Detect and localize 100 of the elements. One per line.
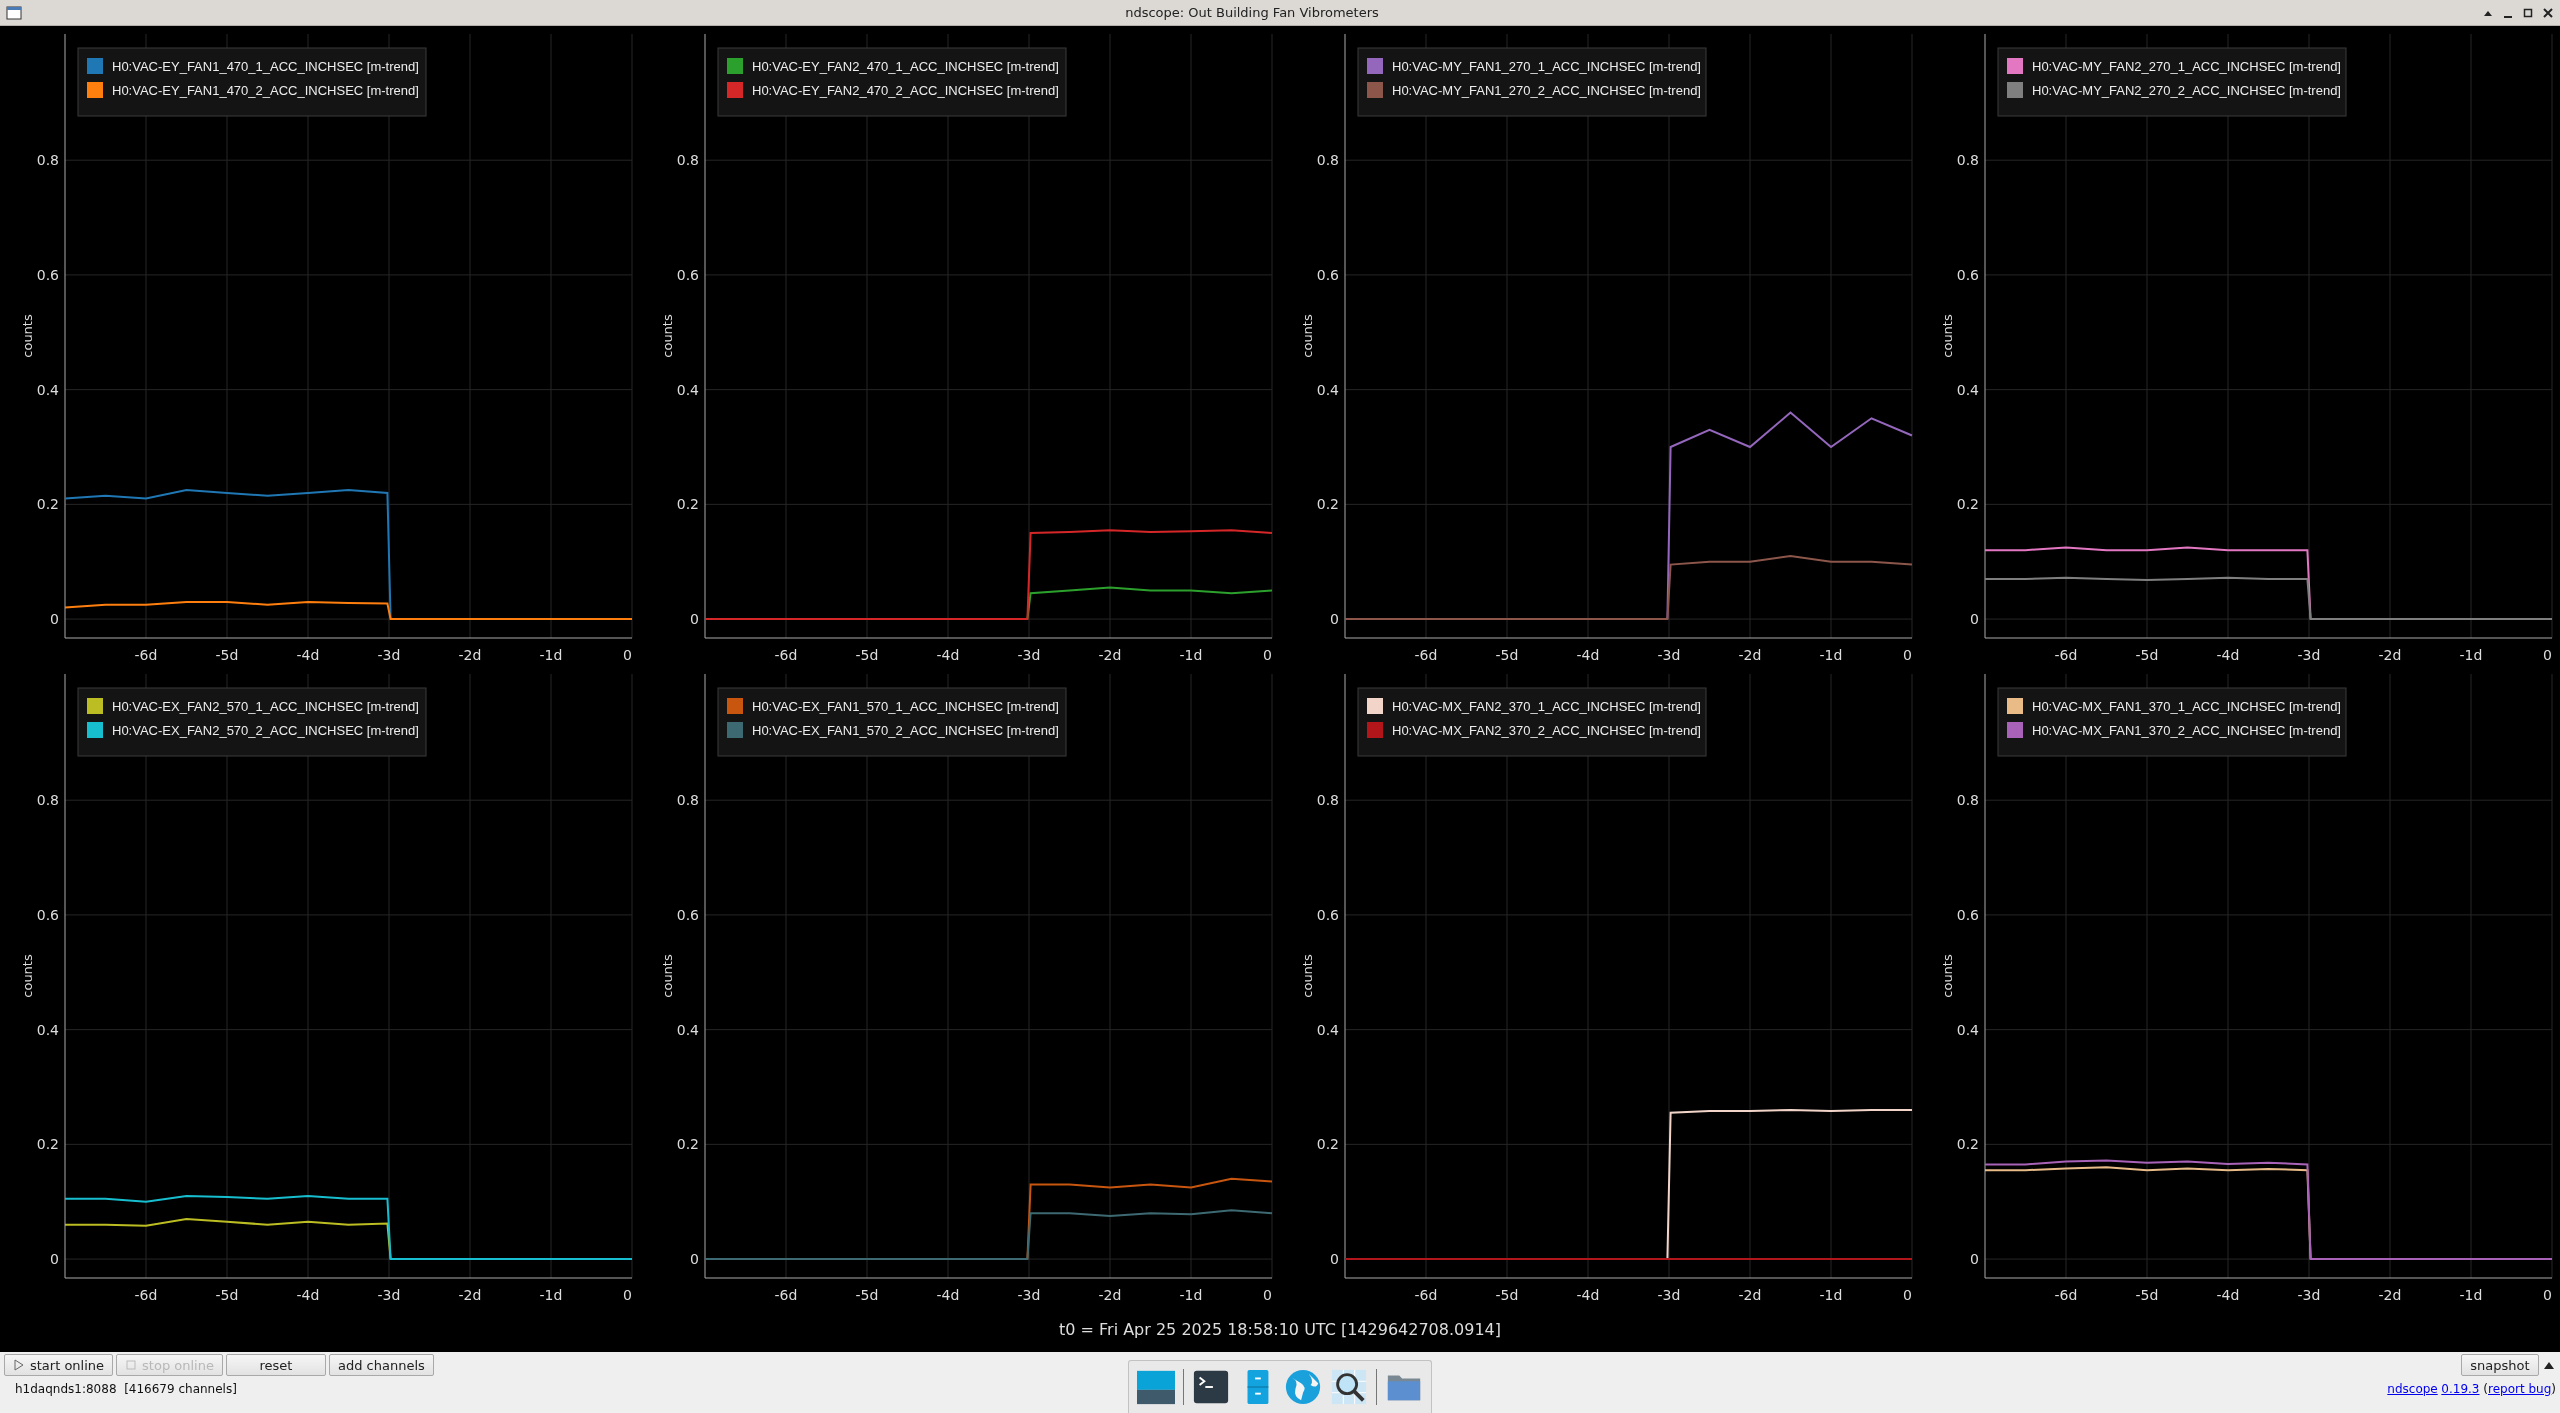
tick-label: -1d [539, 647, 563, 663]
tick-label: 0 [1903, 1287, 1912, 1303]
tick-label: 0.4 [1956, 1021, 1979, 1038]
tick-label: 0.8 [36, 152, 59, 169]
legend-label: H0:VAC-EX_FAN1_570_2_ACC_INCHSEC [m-trend] [752, 723, 1059, 738]
tick-label: 0.6 [1956, 906, 1979, 923]
tick-label: -2d [1738, 647, 1762, 663]
tick-label: 0 [623, 1287, 632, 1303]
tick-label: 0.2 [1316, 1136, 1339, 1153]
tick-label: -3d [2297, 647, 2321, 663]
tick-label: -3d [377, 647, 401, 663]
search-icon[interactable] [1330, 1367, 1369, 1407]
toolbar-button[interactable]: add channels [328, 1354, 434, 1376]
tick-label: 0.2 [676, 1136, 699, 1153]
tick-label: -5d [2135, 1287, 2159, 1303]
tick-label: -4d [296, 1287, 320, 1303]
tick-label: -3d [1657, 647, 1681, 663]
tick-label: -4d [1576, 1287, 1600, 1303]
server-status: h1daqnds1:8088 [416679 channels] [14, 1382, 237, 1396]
legend-label: H0:VAC-EY_FAN2_470_1_ACC_INCHSEC [m-trend] [752, 59, 1059, 74]
tick-label: 0.4 [36, 1021, 59, 1038]
tick-label: 0.4 [676, 381, 699, 398]
tick-label: -4d [2216, 647, 2240, 663]
legend-label: H0:VAC-MY_FAN2_270_1_ACC_INCHSEC [m-trend] [2032, 59, 2341, 74]
axis-title: counts [1300, 314, 1315, 358]
tick-label: 0 [50, 611, 59, 628]
tick-label: -3d [1657, 1287, 1681, 1303]
link[interactable]: ndscope [2387, 1382, 2438, 1396]
tick-label: 0.8 [1956, 792, 1979, 809]
legend-label: H0:VAC-EY_FAN2_470_2_ACC_INCHSEC [m-trend] [752, 83, 1059, 98]
tick-label: 0 [2543, 647, 2552, 663]
tick-label: 0.6 [1316, 266, 1339, 283]
tick-label: 0.2 [36, 1136, 59, 1153]
tick-label: -3d [377, 1287, 401, 1303]
tick-label: 0.2 [1316, 496, 1339, 513]
legend-label: H0:VAC-MX_FAN2_370_1_ACC_INCHSEC [m-trend] [1392, 699, 1701, 714]
tick-label: -6d [2054, 647, 2078, 663]
version-text: ndscope 0.19.3 (report bug) [2387, 1382, 2556, 1396]
tick-label: -2d [1738, 1287, 1762, 1303]
tick-label: 0 [1903, 647, 1912, 663]
tick-label: -3d [1017, 647, 1041, 663]
axis-title: counts [1940, 954, 1955, 998]
toolbar-button[interactable]: start online [4, 1354, 114, 1376]
legend-label: H0:VAC-MY_FAN1_270_2_ACC_INCHSEC [m-trend] [1392, 83, 1701, 98]
tick-label: 0.4 [1316, 381, 1339, 398]
legend-label: H0:VAC-EY_FAN1_470_1_ACC_INCHSEC [m-trend] [112, 59, 419, 74]
tick-label: 0.8 [1316, 792, 1339, 809]
tick-label: -4d [296, 647, 320, 663]
tick-label: 0.2 [1956, 496, 1979, 513]
tick-label: -6d [1414, 1287, 1438, 1303]
tick-label: 0.6 [676, 906, 699, 923]
axis-title: counts [20, 954, 35, 998]
tick-label: -1d [1819, 1287, 1843, 1303]
tick-label: -6d [774, 647, 798, 663]
tick-label: -1d [1819, 647, 1843, 663]
tick-label: 0 [1330, 611, 1339, 628]
tick-label: 0.6 [1316, 906, 1339, 923]
axis-title: counts [660, 954, 675, 998]
link[interactable]: 0.19.3 [2441, 1382, 2480, 1396]
t0-label: t0 = Fri Apr 25 2025 18:58:10 UTC [1429642708.0914] [1059, 1319, 1501, 1339]
tick-label: 0.4 [676, 1021, 699, 1038]
legend-label: H0:VAC-MY_FAN1_270_1_ACC_INCHSEC [m-trend] [1392, 59, 1701, 74]
tick-label: -2d [2378, 647, 2402, 663]
tick-label: -6d [2054, 1287, 2078, 1303]
tick-label: 0.6 [1956, 266, 1979, 283]
legend-label: H0:VAC-MX_FAN2_370_2_ACC_INCHSEC [m-trend] [1392, 723, 1701, 738]
tick-label: -2d [458, 1287, 482, 1303]
tick-label: -1d [1179, 647, 1203, 663]
tick-label: 0.8 [1316, 152, 1339, 169]
tick-label: -3d [2297, 1287, 2321, 1303]
axis-title: counts [20, 314, 35, 358]
legend-label: H0:VAC-MX_FAN1_370_2_ACC_INCHSEC [m-trend] [2032, 723, 2341, 738]
tick-label: -5d [215, 1287, 239, 1303]
tick-label: -1d [1179, 1287, 1203, 1303]
tick-label: -2d [1098, 1287, 1122, 1303]
stop-icon [125, 1359, 138, 1371]
window-icon [6, 4, 22, 21]
tick-label: -5d [855, 1287, 879, 1303]
tick-label: -5d [2135, 647, 2159, 663]
globe-icon[interactable] [1284, 1367, 1322, 1407]
tick-label: 0.4 [1316, 1021, 1339, 1038]
tick-label: -1d [2459, 1287, 2483, 1303]
tick-label: 0 [1970, 611, 1979, 628]
tick-label: -4d [2216, 1287, 2240, 1303]
snapshot-button[interactable]: snapshot [2461, 1354, 2539, 1376]
tick-label: -4d [936, 647, 960, 663]
tick-label: -2d [458, 647, 482, 663]
tick-label: 0.6 [676, 266, 699, 283]
axis-title: counts [1940, 314, 1955, 358]
window-title: ndscope: Out Building Fan Vibrometers [1125, 5, 1379, 20]
close-icon[interactable] [2542, 5, 2554, 20]
tick-label: -5d [855, 647, 879, 663]
legend-label: H0:VAC-MY_FAN2_270_2_ACC_INCHSEC [m-trend] [2032, 83, 2341, 98]
tick-label: 0 [690, 611, 699, 628]
tick-label: 0 [1330, 1251, 1339, 1268]
tick-label: 0.2 [1956, 1136, 1979, 1153]
link[interactable]: report bug [2488, 1382, 2552, 1396]
tick-label: 0.2 [36, 496, 59, 513]
toolbar-button[interactable]: reset [225, 1354, 326, 1376]
tick-label: -3d [1017, 1287, 1041, 1303]
